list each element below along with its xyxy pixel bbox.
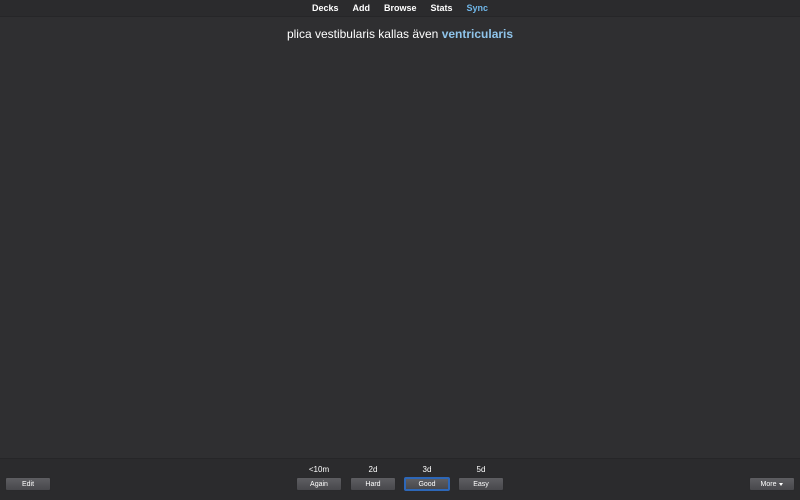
caret-down-icon	[779, 482, 784, 486]
good-interval: 3d	[422, 465, 432, 474]
hard-interval: 2d	[368, 465, 378, 474]
answer-buttons: <10m Again 2d Hard 3d Good 5d Easy	[0, 459, 800, 500]
easy-button[interactable]: Easy	[458, 477, 504, 491]
top-navigation: Decks Add Browse Stats Sync	[0, 0, 800, 17]
good-button[interactable]: Good	[404, 477, 450, 491]
easy-interval: 5d	[476, 465, 486, 474]
anki-review-window: Decks Add Browse Stats Sync plica vestib…	[0, 0, 800, 500]
bottom-bar: Edit <10m Again 2d Hard 3d Good 5d Easy …	[0, 458, 800, 500]
nav-stats-link[interactable]: Stats	[424, 0, 460, 16]
nav-browse-link[interactable]: Browse	[377, 0, 424, 16]
again-interval: <10m	[308, 465, 330, 474]
more-button[interactable]: More	[749, 477, 795, 491]
nav-add-link[interactable]: Add	[345, 0, 377, 16]
card-question: plica vestibularis kallas även ventricul…	[0, 27, 800, 41]
more-label: More	[760, 480, 777, 488]
nav-decks-link[interactable]: Decks	[305, 0, 346, 16]
again-button[interactable]: Again	[296, 477, 342, 491]
nav-links: Decks Add Browse Stats Sync	[305, 0, 495, 16]
card-content: plica vestibularis kallas även ventricul…	[0, 18, 800, 458]
question-text: plica vestibularis kallas även	[286, 27, 442, 41]
hard-button[interactable]: Hard	[350, 477, 396, 491]
cloze-answer: ventricularis	[441, 27, 514, 41]
nav-sync-link[interactable]: Sync	[460, 0, 496, 16]
